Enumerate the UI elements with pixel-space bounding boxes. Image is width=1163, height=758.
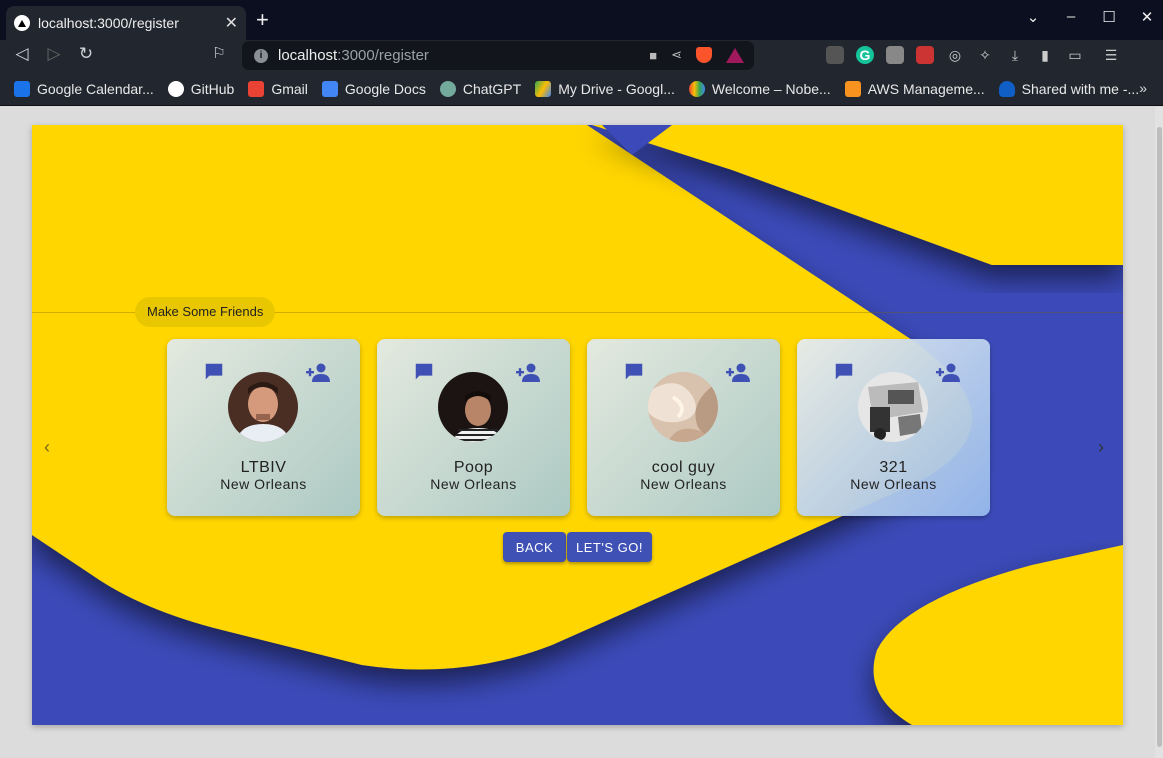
extensions-row: G ◎ ✧ ⤓ ▮ ▭ ☰	[826, 46, 1120, 64]
back-button[interactable]: BACK	[503, 532, 566, 562]
carousel-prev-icon[interactable]: ‹	[44, 437, 50, 458]
sidebar-icon[interactable]: ▮	[1036, 46, 1054, 64]
avatar	[858, 372, 928, 442]
message-icon[interactable]	[203, 361, 225, 383]
url-path: :3000/register	[337, 47, 429, 64]
avatar	[648, 372, 718, 442]
add-friend-icon[interactable]	[516, 362, 542, 384]
bookmark-item[interactable]: My Drive - Googl...	[535, 80, 675, 97]
grammarly-icon[interactable]: G	[856, 46, 874, 64]
friend-city: New Orleans	[640, 476, 727, 492]
github-icon	[167, 80, 184, 97]
extension-icon[interactable]	[886, 46, 904, 64]
address-bar[interactable]: i localhost:3000/register ■ ⋖	[242, 41, 754, 70]
minimize-icon[interactable]: –	[1063, 8, 1079, 26]
gmail-icon	[248, 80, 265, 97]
calendar-icon	[14, 80, 30, 97]
close-tab-icon[interactable]: ✕	[225, 13, 238, 33]
register-canvas: Make Some Friends ‹ › LTBIV New Orleans	[32, 125, 1123, 725]
forward-icon[interactable]: ▷	[42, 44, 66, 64]
brave-rewards-icon[interactable]	[726, 47, 744, 63]
window-controls: ⌄ – ☐ ✕	[1025, 8, 1155, 26]
site-info-icon[interactable]: i	[254, 48, 268, 63]
back-icon[interactable]: ◁	[10, 44, 34, 64]
bookmark-item[interactable]: GitHub	[167, 80, 234, 97]
message-icon[interactable]	[413, 361, 435, 383]
docs-icon	[321, 80, 338, 97]
browser-toolbar: ◁ ▷ ↻ ⚐ i localhost:3000/register ■ ⋖ G …	[0, 40, 1163, 72]
friend-name: LTBIV	[240, 459, 287, 476]
compass-icon[interactable]: ◎	[946, 46, 964, 64]
reload-icon[interactable]: ↻	[74, 44, 98, 64]
scrollbar[interactable]	[1155, 107, 1163, 758]
new-tab-icon[interactable]: +	[256, 8, 269, 32]
friend-city: New Orleans	[220, 476, 307, 492]
bookmark-item[interactable]: AWS Manageme...	[844, 80, 985, 97]
wallet-icon[interactable]: ▭	[1066, 46, 1084, 64]
add-friend-icon[interactable]	[726, 362, 752, 384]
add-friend-icon[interactable]	[306, 362, 332, 384]
message-icon[interactable]	[833, 361, 855, 383]
share-icon[interactable]: ⋖	[671, 47, 682, 63]
add-friend-icon[interactable]	[936, 362, 962, 384]
avatar	[438, 372, 508, 442]
carousel-next-icon[interactable]: ›	[1098, 437, 1104, 458]
more-bookmarks-icon[interactable]: »	[1139, 80, 1147, 96]
brave-shields-icon[interactable]	[696, 47, 712, 63]
lets-go-button[interactable]: LET'S GO!	[567, 532, 652, 562]
bookmark-item[interactable]: Welcome – Nobe...	[688, 80, 831, 97]
bookmark-item[interactable]: ChatGPT	[439, 80, 521, 97]
section-title-chip: Make Some Friends	[135, 297, 276, 327]
browser-tab-strip: localhost:3000/register ✕ + ⌄ – ☐ ✕	[0, 0, 1163, 40]
cloud-icon	[688, 80, 705, 97]
url-host: localhost	[278, 47, 338, 64]
browser-tab[interactable]: localhost:3000/register ✕	[6, 6, 246, 40]
bookmark-icon[interactable]: ⚐	[207, 44, 231, 62]
site-favicon-icon	[14, 15, 30, 31]
tab-title: localhost:3000/register	[38, 15, 179, 31]
friend-card: LTBIV New Orleans	[167, 339, 360, 516]
drive-icon	[535, 80, 552, 97]
bookmark-item[interactable]: Google Calendar...	[14, 80, 154, 97]
menu-icon[interactable]: ☰	[1102, 46, 1120, 64]
friend-card: Poop New Orleans	[377, 339, 570, 516]
onedrive-icon	[998, 80, 1015, 97]
friend-card: 321 New Orleans	[797, 339, 990, 516]
puzzle-icon[interactable]: ✧	[976, 46, 994, 64]
maximize-icon[interactable]: ☐	[1101, 8, 1117, 26]
bookmarks-bar: Google Calendar... GitHub Gmail Google D…	[0, 72, 1163, 106]
avatar	[228, 372, 298, 442]
bookmark-item[interactable]: Shared with me -...	[998, 80, 1139, 97]
message-icon[interactable]	[623, 361, 645, 383]
camera-icon[interactable]: ■	[649, 48, 657, 63]
bookmark-item[interactable]: Google Docs	[321, 80, 426, 97]
extension-icon[interactable]	[916, 46, 934, 64]
friend-name: 321	[879, 459, 908, 476]
close-window-icon[interactable]: ✕	[1139, 8, 1155, 26]
friend-city: New Orleans	[850, 476, 937, 492]
tab-list-chevron-icon[interactable]: ⌄	[1025, 8, 1041, 26]
friend-name: Poop	[453, 459, 494, 476]
extension-icon[interactable]	[826, 46, 844, 64]
bookmark-item[interactable]: Gmail	[248, 80, 308, 97]
aws-icon	[844, 80, 861, 97]
chatgpt-icon	[439, 80, 456, 97]
friend-city: New Orleans	[430, 476, 517, 492]
friend-name: cool guy	[651, 459, 716, 476]
friend-card: cool guy New Orleans	[587, 339, 780, 516]
download-icon[interactable]: ⤓	[1006, 46, 1024, 64]
